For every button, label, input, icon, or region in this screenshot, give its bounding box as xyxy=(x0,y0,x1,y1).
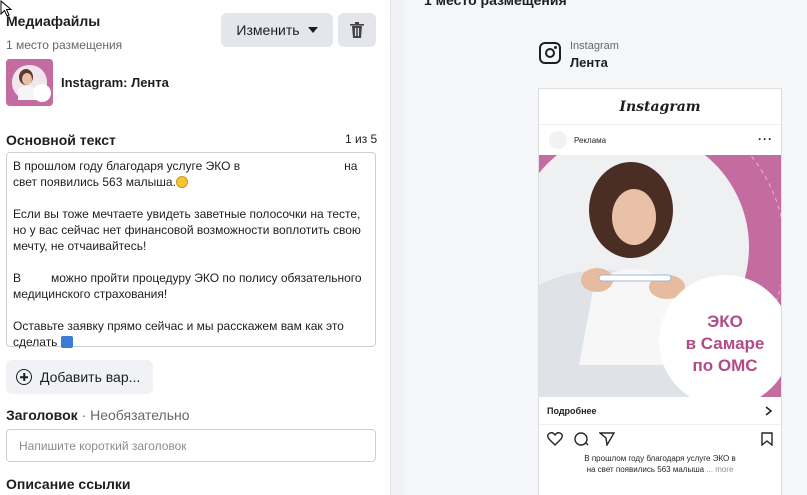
image-text-line-3: по ОМС xyxy=(692,356,757,375)
instagram-feed-preview[interactable]: Instagram Реклама ··· ЭКО в Самаре по ОМ… xyxy=(538,88,782,495)
instagram-icon xyxy=(539,42,561,64)
edit-media-label: Изменить xyxy=(236,22,300,38)
variant-counter: 1 из 5 xyxy=(345,132,378,146)
plus-circle-icon xyxy=(16,369,32,385)
sponsored-label: Реклама xyxy=(574,135,607,145)
headline-input[interactable]: Напишите короткий заголовок xyxy=(6,429,376,462)
preview-placement: Лента xyxy=(570,55,608,70)
comment-icon[interactable] xyxy=(573,432,589,446)
post-header: Реклама ··· xyxy=(539,125,781,155)
headline-label-text: Заголовок xyxy=(6,407,78,423)
avatar xyxy=(549,131,567,149)
caption-line: на свет появились 563 малыша xyxy=(586,465,705,474)
chevron-down-icon xyxy=(307,27,318,33)
headline-optional-text: · Необязательно xyxy=(77,407,190,423)
more-options-icon[interactable]: ··· xyxy=(758,132,773,146)
bookmark-icon[interactable] xyxy=(761,432,773,446)
smile-emoji-icon xyxy=(175,176,188,188)
preview-header: 1 место размещения xyxy=(424,0,567,8)
delete-media-button[interactable] xyxy=(338,13,376,47)
primary-text-line: можно пройти процедуру ЭКО по полису обя… xyxy=(13,271,362,301)
headline-placeholder: Напишите короткий заголовок xyxy=(19,438,187,453)
post-actions xyxy=(539,425,781,453)
image-text-line-2: в Самаре xyxy=(686,334,765,353)
ad-image: ЭКО в Самаре по ОМС xyxy=(539,155,781,397)
headline-label: Заголовок · Необязательно xyxy=(6,407,190,423)
primary-text-label: Основной текст xyxy=(6,132,116,148)
image-text-line-1: ЭКО xyxy=(707,312,743,331)
preview-platform: Instagram xyxy=(570,40,619,52)
media-thumbnail[interactable] xyxy=(6,59,53,106)
primary-text-line: В прошлом году благодаря услуге ЭКО в xyxy=(13,159,241,173)
panel-divider xyxy=(390,0,404,495)
edit-media-button[interactable]: Изменить xyxy=(221,13,333,47)
chevron-right-icon xyxy=(765,405,773,416)
placements-count: 1 место размещения xyxy=(6,38,123,52)
primary-text-field[interactable]: В прошлом году благодаря услуге ЭКО в на … xyxy=(6,152,376,349)
primary-text-line: В xyxy=(13,271,22,285)
instagram-wordmark: Instagram xyxy=(539,89,781,125)
trash-icon xyxy=(350,22,364,38)
ad-editor-panel: Медиафайлы 1 место размещения Изменить I… xyxy=(0,0,390,495)
media-section-title: Медиафайлы xyxy=(6,13,101,29)
caption-more-link[interactable]: ... more xyxy=(706,465,733,474)
mouse-cursor-icon xyxy=(0,0,13,17)
heart-icon[interactable] xyxy=(547,432,563,446)
caption-line: В прошлом году благодаря услуге ЭКО в xyxy=(584,454,736,463)
primary-text-paragraph: Если вы тоже мечтаете увидеть заветные п… xyxy=(13,207,361,253)
link-description-label: Описание ссылки xyxy=(6,476,131,492)
ad-preview-panel: 1 место размещения Instagram Лента Insta… xyxy=(404,0,807,495)
arrow-emoji-icon xyxy=(60,336,73,348)
add-variant-label: Добавить вар... xyxy=(40,369,141,385)
learn-more-label: Подробнее xyxy=(547,405,597,416)
learn-more-link[interactable]: Подробнее xyxy=(539,397,781,425)
media-placement-name: Instagram: Лента xyxy=(61,75,169,90)
add-variant-button[interactable]: Добавить вар... xyxy=(6,360,153,394)
post-caption: В прошлом году благодаря услуге ЭКО в на… xyxy=(539,453,781,475)
share-icon[interactable] xyxy=(599,432,615,446)
